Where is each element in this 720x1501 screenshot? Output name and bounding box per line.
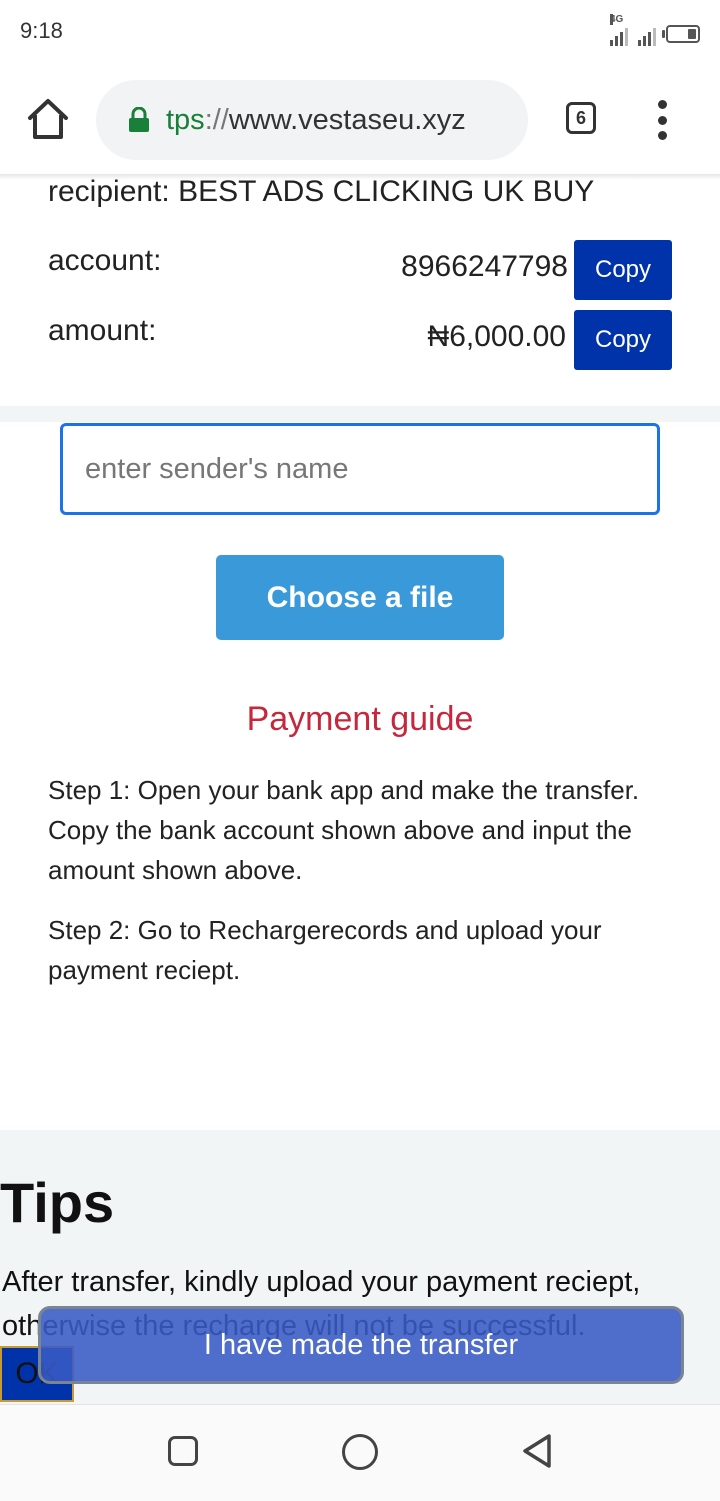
amount-value: ₦6,000.00 — [427, 320, 566, 353]
sender-name-input[interactable] — [60, 423, 660, 515]
copy-account-button[interactable]: Copy — [574, 240, 672, 300]
tabs-count-button[interactable]: 6 — [566, 102, 596, 134]
amount-label: amount: — [48, 314, 157, 347]
network-type-label: 4G — [610, 14, 624, 25]
status-time: 9:18 — [20, 18, 63, 43]
tips-title: Tips — [0, 1171, 115, 1234]
url-separator: :// — [204, 103, 229, 136]
status-icons: 4G — [610, 14, 700, 46]
copy-amount-button[interactable]: Copy — [574, 310, 672, 370]
account-value: 8966247798 — [401, 250, 568, 283]
account-label: account: — [48, 244, 162, 277]
home-icon[interactable] — [26, 96, 70, 142]
more-options-icon[interactable] — [652, 100, 672, 140]
url-scheme: tps — [166, 103, 205, 136]
url-text: tps://www.vestaseu.xyz — [166, 104, 466, 137]
address-bar[interactable]: tps://www.vestaseu.xyz — [96, 80, 528, 160]
transfer-confirm-button[interactable]: I have made the transfer — [38, 1306, 684, 1384]
payment-guide-title: Payment guide — [246, 700, 474, 738]
recipient-line: recipient: BEST ADS CLICKING UK BUY — [48, 175, 595, 208]
signal-4g-icon: 4G — [610, 14, 628, 46]
choose-file-button[interactable]: Choose a file — [216, 555, 504, 640]
recent-apps-icon[interactable] — [168, 1436, 198, 1466]
lock-icon — [129, 107, 149, 132]
guide-step-1: Step 1: Open your bank app and make the … — [48, 775, 640, 885]
battery-icon — [662, 25, 700, 43]
signal-icon — [638, 26, 656, 46]
guide-step-2: Step 2: Go to Rechargerecords and upload… — [48, 915, 602, 985]
section-divider — [0, 406, 720, 422]
back-icon[interactable] — [520, 1432, 554, 1470]
home-button-icon[interactable] — [342, 1434, 378, 1470]
url-host: www.vestaseu.xyz — [228, 103, 466, 136]
